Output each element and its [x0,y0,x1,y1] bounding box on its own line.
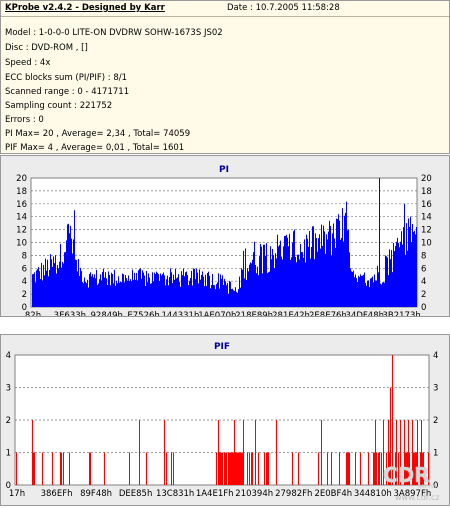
app-title: KProbe v2.4.2 - Designed by Karr [5,3,165,13]
info-ecc-blocks: ECC blocks sum (PI/PIF) : 8/1 [5,73,128,83]
pi-ytick-label: 14 [16,213,27,223]
pif-ytick-label-right: 4 [433,351,438,361]
pi-ytick-label-right: 14 [421,213,432,223]
pi-ytick-label-right: 20 [421,174,432,184]
info-panel: KProbe v2.4.2 - Designed by Karr Date : … [0,0,450,154]
pif-xtick-label: 386EFh [41,489,73,499]
pi-xtick-label: 82h [25,311,41,316]
pif-ytick-label: 3 [6,384,11,394]
pi-ytick-label: 16 [16,200,27,210]
pif-ytick-label-right: 1 [433,449,438,459]
info-sampling-count: Sampling count : 221752 [5,101,113,111]
pi-chart-title: PI [219,165,229,175]
cdr-watermark: CDR server www.cdr.cz [355,458,447,502]
pif-xtick-label: 210394h [235,489,273,499]
pif-ytick-label: 4 [6,351,11,361]
watermark-url: www.cdr.cz [395,493,440,502]
pif-xtick-label: 1A4E1Fh [196,489,234,499]
info-speed: Speed : 4x [5,58,51,68]
pif-ytick-label-right: 3 [433,384,438,394]
pif-xtick-label: 13C831h [156,489,194,499]
pi-ytick-label-right: 8 [421,251,426,261]
pi-ytick-label: 2 [22,290,27,300]
pi-ytick-label-right: 12 [421,226,432,236]
pi-xtick-label: 218E89h [235,311,273,316]
info-errors: Errors : 0 [5,115,44,125]
pif-xtick-label: DEE85h [119,489,153,499]
pif-ytick-label-right: 2 [433,416,438,426]
watermark-sub: server [418,483,438,490]
pi-chart-panel: PI 0 0 2 2 4 4 6 6 8 8 10 10 12 12 14 14 16 16 18 18 20 20 82h 3… [0,155,450,321]
pif-chart-title: PIF [214,342,230,352]
info-scanned-range: Scanned range : 0 - 4171711 [5,87,130,97]
pi-ytick-label: 8 [22,251,27,261]
pi-xtick-label: 92849h [91,311,123,316]
pi-xtick-label: 34DF48h [346,311,384,316]
pi-ytick-label-right: 0 [421,303,426,313]
pi-ytick-label-right: 18 [421,187,432,197]
pi-ytick-label-right: 16 [421,200,432,210]
info-pi-summary: PI Max= 20 , Average= 2,34 , Total= 7405… [5,129,191,139]
scan-date: Date : 10.7.2005 11:58:28 [227,3,340,13]
pi-chart: PI0 02 24 46 68 810 1012 1214 1416 1618 1820 2082h 3… [16,165,432,321]
pi-ytick-label: 4 [22,277,27,287]
pif-ytick-label: 1 [6,449,11,459]
pi-ytick-label-right: 6 [421,264,426,274]
pi-xtick-label: 144331h [162,311,200,316]
pif-xtick-label: 2E0BF4h [314,489,352,499]
pi-ytick-label-right: 4 [421,277,426,287]
pi-ytick-label: 10 [16,239,27,249]
pi-xtick-label: 3B2173h [382,311,420,316]
pi-ytick-label: 20 [16,174,27,184]
info-model: Model : 1-0-0-0 LITE-ON DVDRW SOHW-1673S… [5,28,223,38]
info-disc: Disc : DVD-ROM , [] [5,43,88,53]
pi-xtick-label: 1AE070h [198,311,236,316]
pi-ytick-label: 12 [16,226,27,236]
pi-xtick-label: 3E633h [54,311,86,316]
pi-xtick-label: 281E42h [272,311,310,316]
pi-ytick-label: 18 [16,187,27,197]
pif-xtick-label: 27982Fh [275,489,312,499]
pif-ytick-label: 2 [6,416,11,426]
pi-xtick-label: E7526h [127,311,159,316]
pi-ytick-label-right: 2 [421,290,426,300]
header-divider [1,16,449,17]
pi-ytick-label-right: 10 [421,239,432,249]
info-pif-summary: PIF Max= 4 , Average= 0,01 , Total= 1601 [5,143,185,153]
pif-xtick-label: 17h [9,489,25,499]
pi-ytick-label: 6 [22,264,27,274]
pif-xtick-label: 89F48h [80,489,112,499]
pi-xtick-label: 2E8E76h [309,311,347,316]
